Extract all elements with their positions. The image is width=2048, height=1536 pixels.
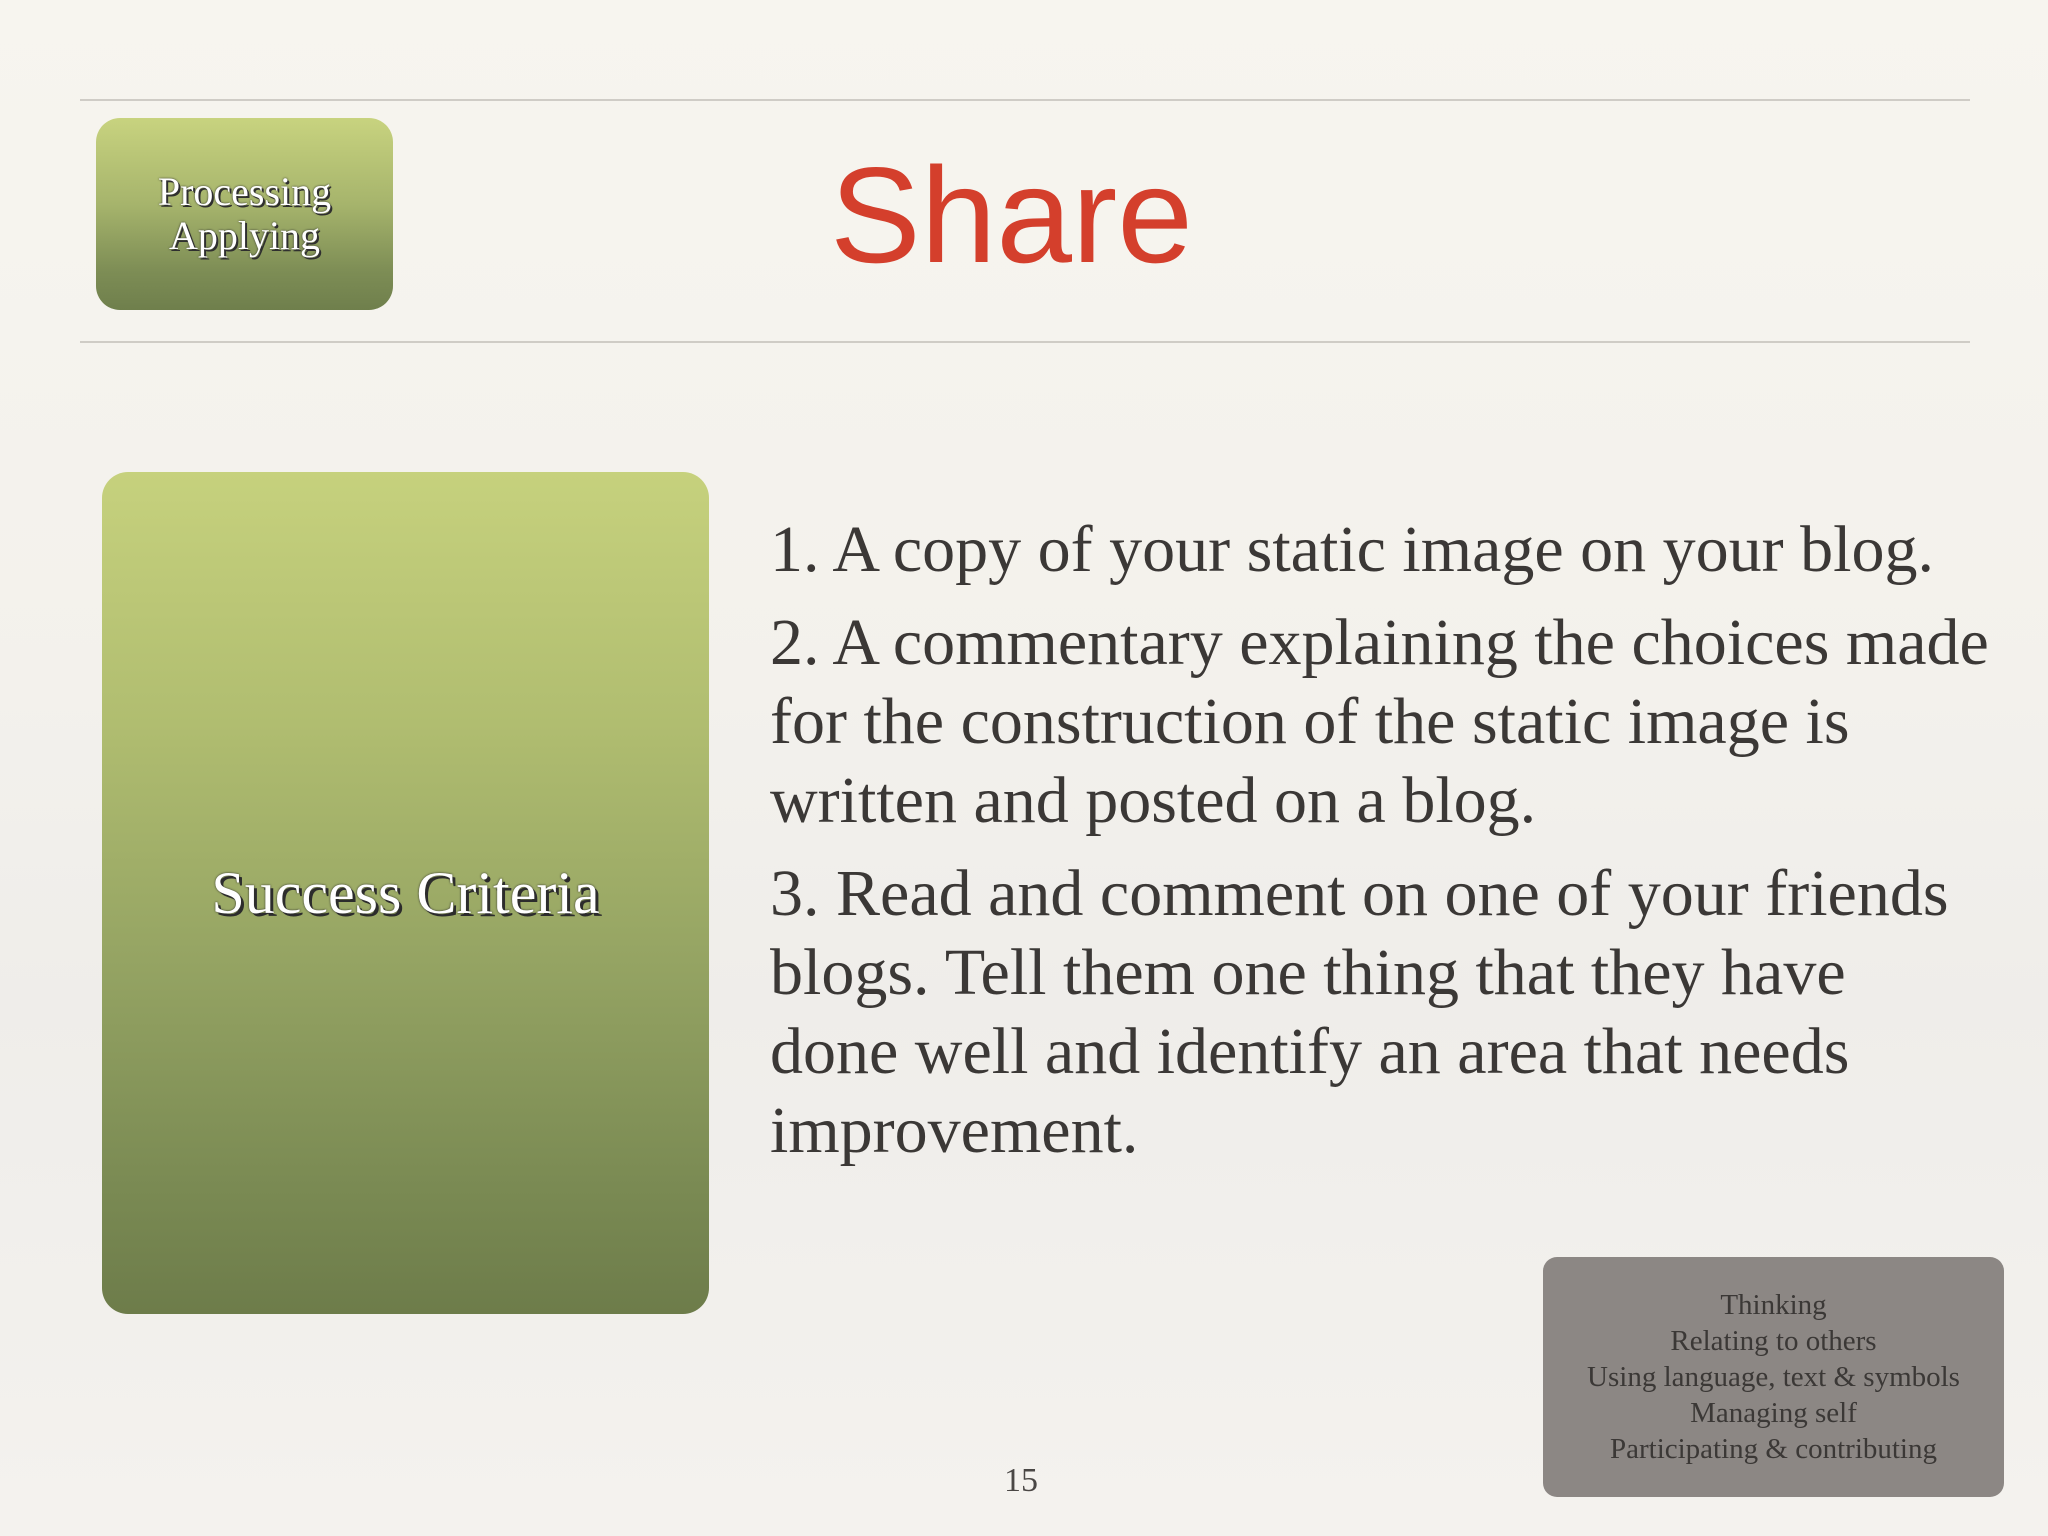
competency-participating: Participating & contributing — [1609, 1433, 1937, 1465]
page-number: 15 — [1004, 1462, 1038, 1499]
competency-thinking: Thinking — [1720, 1289, 1827, 1321]
criteria-item-2: 2. A commentary explaining the choices m… — [770, 606, 1989, 837]
success-criteria-panel: Success Criteria — [102, 472, 709, 1314]
competency-managing-self: Managing self — [1690, 1397, 1857, 1429]
competency-relating-to-others: Relating to others — [1670, 1325, 1877, 1357]
competency-using-language: Using language, text & symbols — [1587, 1361, 1960, 1393]
slide-title: Share — [830, 139, 1193, 291]
success-criteria-label: Success Criteria — [211, 859, 600, 926]
header-divider — [80, 341, 1970, 343]
criteria-item-3: 3. Read and comment on one of your frien… — [770, 857, 1949, 1167]
process-tag-line-1: Processing — [157, 169, 332, 214]
key-competencies-box: Thinking Relating to others Using langua… — [1543, 1257, 2004, 1497]
process-tag-line-2: Applying — [168, 213, 321, 258]
top-divider — [80, 99, 1970, 101]
criteria-item-1: 1. A copy of your static image on your b… — [770, 513, 1934, 586]
process-tag: Processing Applying — [96, 118, 393, 310]
criteria-list: 1. A copy of your static image on your b… — [770, 510, 1990, 1184]
